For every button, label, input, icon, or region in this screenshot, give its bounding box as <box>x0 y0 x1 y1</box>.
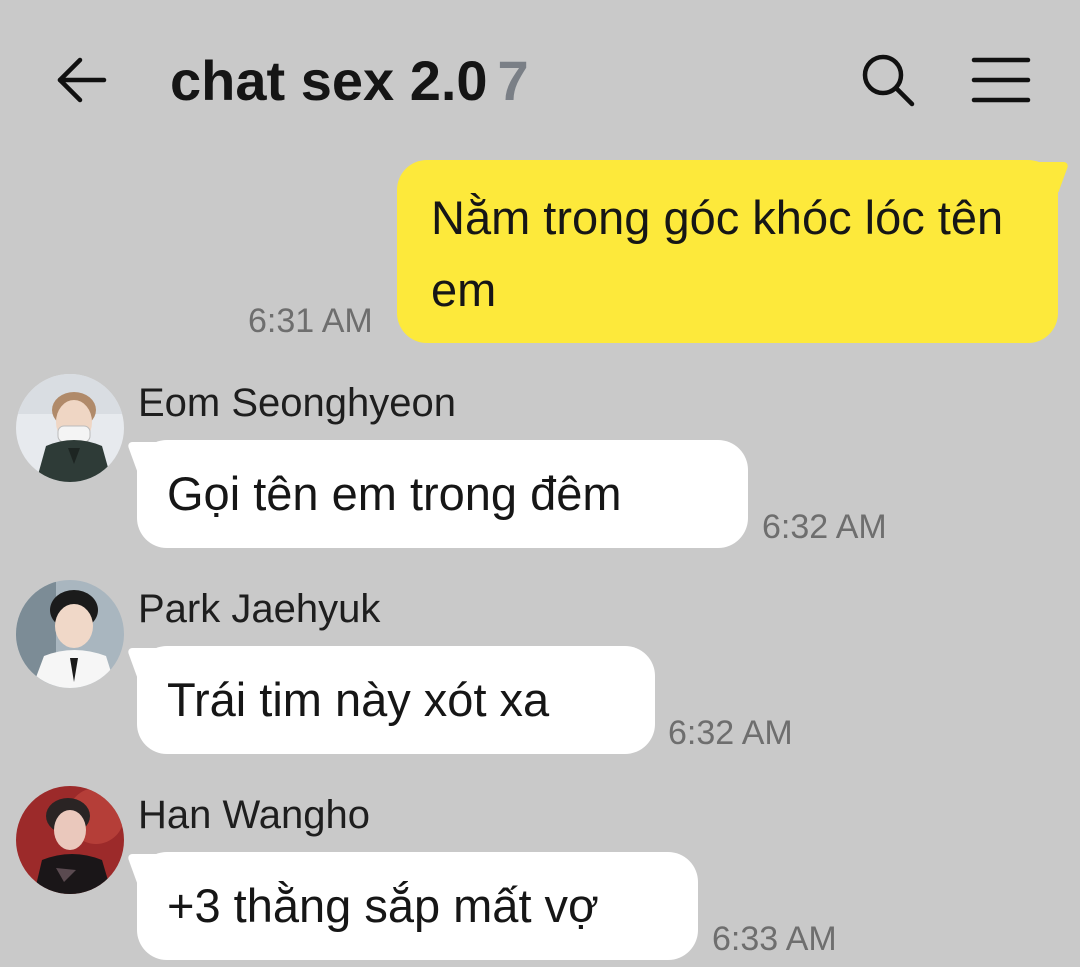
menu-button[interactable] <box>970 54 1032 106</box>
message-time: 6:32 AM <box>668 714 793 752</box>
menu-icon <box>971 57 1031 103</box>
member-count: 7 <box>497 49 529 112</box>
sender-name: Park Jaehyuk <box>138 587 381 631</box>
message-bubble[interactable]: Trái tim này xót xa <box>137 646 655 754</box>
chat-header: chat sex 2.0 7 <box>0 0 1080 150</box>
message-time: 6:33 AM <box>712 920 837 958</box>
back-button[interactable] <box>48 48 112 112</box>
chat-title: chat sex 2.0 7 <box>170 48 529 114</box>
chat-screen: chat sex 2.0 7 6:31 AM Nằm trong góc khóc… <box>0 0 1080 967</box>
my-message-bubble[interactable]: Nằm trong góc khóc lóc tên em <box>397 160 1058 343</box>
avatar[interactable] <box>16 580 124 688</box>
back-arrow-icon <box>57 57 107 103</box>
avatar[interactable] <box>16 374 124 482</box>
search-button[interactable] <box>858 50 920 112</box>
sender-name: Eom Seonghyeon <box>138 381 457 425</box>
avatar[interactable] <box>16 786 124 894</box>
sender-name: Han Wangho <box>138 793 370 837</box>
message-time: 6:32 AM <box>762 508 887 546</box>
message-bubble[interactable]: +3 thằng sắp mất vợ <box>137 852 698 960</box>
chat-name: chat sex 2.0 <box>170 49 488 112</box>
search-icon <box>862 54 915 107</box>
message-bubble[interactable]: Gọi tên em trong đêm <box>137 440 748 548</box>
message-time: 6:31 AM <box>248 302 373 340</box>
